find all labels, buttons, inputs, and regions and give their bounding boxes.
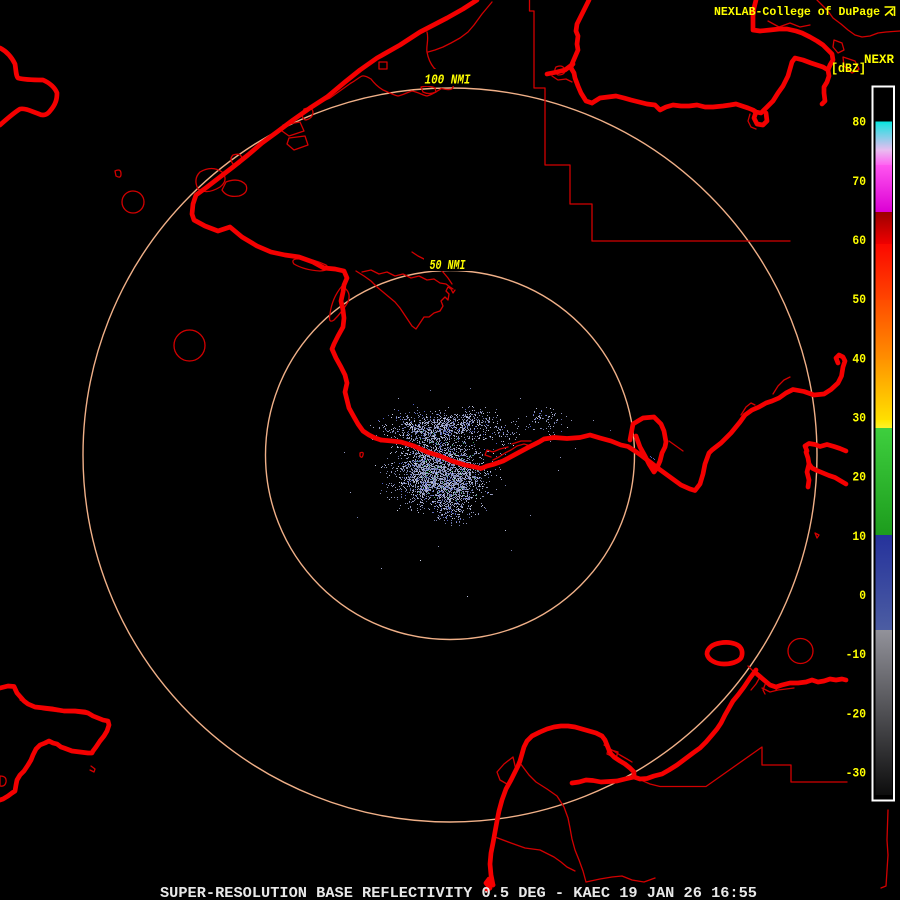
svg-text:-10: -10 [846, 647, 867, 662]
svg-text:50 NMI: 50 NMI [430, 258, 466, 274]
svg-text:SUPER-RESOLUTION BASE REFLECTI: SUPER-RESOLUTION BASE REFLECTIVITY 0.5 D… [160, 885, 757, 900]
svg-text:NEXR: NEXR [864, 52, 894, 67]
svg-text:NEXLAB-College of DuPage: NEXLAB-College of DuPage [714, 5, 880, 19]
svg-text:[dBZ]: [dBZ] [831, 61, 866, 76]
svg-text:60: 60 [852, 233, 866, 248]
svg-text:80: 80 [852, 115, 866, 130]
svg-text:50: 50 [852, 292, 866, 307]
svg-text:-30: -30 [846, 766, 867, 781]
svg-text:20: 20 [852, 470, 866, 485]
svg-text:40: 40 [852, 351, 866, 366]
svg-text:10: 10 [852, 529, 866, 544]
svg-text:0: 0 [859, 588, 866, 603]
svg-text:30: 30 [852, 411, 866, 426]
svg-text:-20: -20 [846, 706, 867, 721]
svg-text:70: 70 [852, 174, 866, 189]
svg-text:100 NMI: 100 NMI [425, 73, 471, 89]
